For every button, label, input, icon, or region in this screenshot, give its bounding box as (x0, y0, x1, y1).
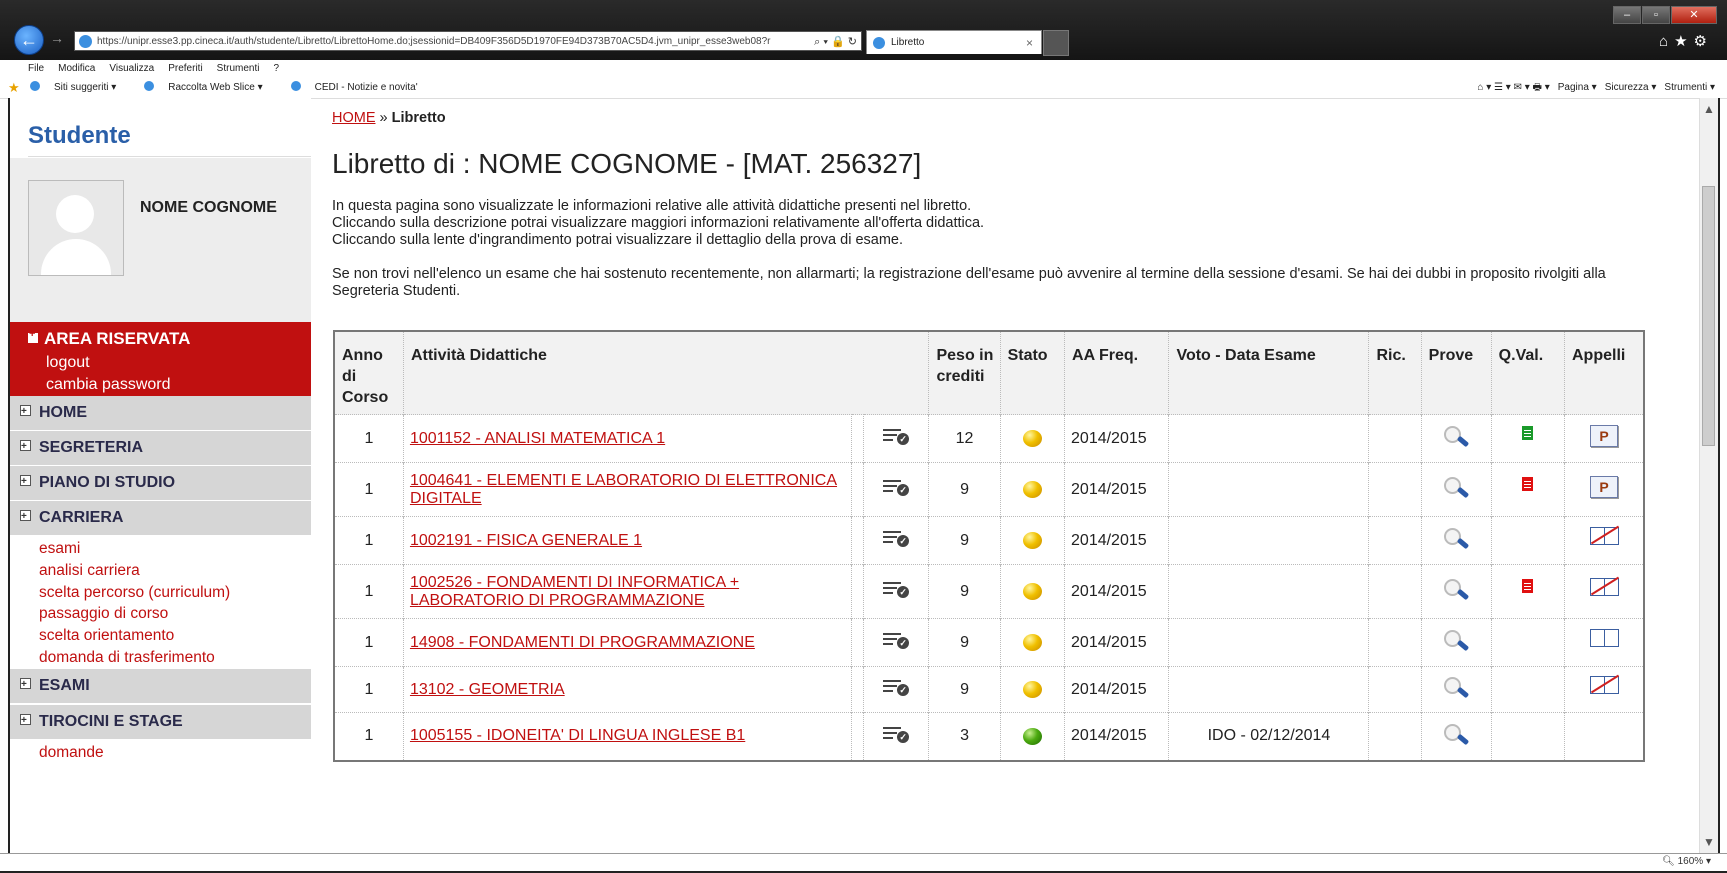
command-pagina[interactable]: Pagina ▾ (1558, 82, 1597, 93)
zoom-level[interactable]: 🔍︎ 160% ▾ (1662, 854, 1711, 869)
forward-arrow-icon[interactable]: → (50, 30, 64, 46)
favorites-bar: ★ Siti suggeriti ▾ Raccolta Web Slice ▾ CE… (0, 78, 1727, 99)
favorite-link[interactable]: CEDI - Notizie e novita' (290, 81, 432, 93)
menu-item-preferiti[interactable]: Preferiti (168, 63, 202, 74)
command-sicurezza[interactable]: Sicurezza ▾ (1605, 82, 1657, 93)
command-strumenti[interactable]: Strumenti ▾ (1664, 82, 1715, 93)
favorite-label: CEDI - Notizie e novita' (314, 82, 418, 93)
menu-item-help[interactable]: ? (273, 63, 279, 74)
minimize-button[interactable]: – (1613, 6, 1641, 24)
favorite-label: Raccolta Web Slice ▾ (168, 82, 263, 93)
page-frame (8, 98, 1720, 854)
menu-bar: File Modifica Visualizza Preferiti Strumenti… (0, 60, 1727, 79)
close-window-button[interactable]: ✕ (1671, 6, 1717, 24)
favorites-star-icon[interactable]: ★ (8, 78, 20, 98)
favorite-link[interactable]: Raccolta Web Slice ▾ (144, 81, 276, 93)
tab-libretto[interactable]: Libretto × (866, 30, 1042, 54)
menu-item-file[interactable]: File (28, 63, 44, 74)
new-tab-button[interactable] (1043, 30, 1069, 56)
tab-title: Libretto (891, 37, 925, 48)
zoom-icon: 🔍︎ (1662, 856, 1675, 867)
menu-item-strumenti[interactable]: Strumenti (217, 63, 260, 74)
close-tab-icon[interactable]: × (1026, 31, 1033, 55)
favorite-label: Siti suggeriti ▾ (54, 82, 117, 93)
browser-home-favorites-tools-icons[interactable]: ⌂★⚙ (1659, 32, 1713, 50)
maximize-button[interactable]: ▫ (1642, 6, 1670, 24)
ie-page-icon (79, 35, 92, 48)
browser-titlebar: ← → https://unipr.esse3.pp.cineca.it/aut… (0, 0, 1727, 60)
ie-page-icon (144, 81, 155, 91)
zoom-value: 160% (1677, 856, 1704, 867)
menu-item-modifica[interactable]: Modifica (58, 63, 95, 74)
address-tools[interactable]: ⌕ ▾ 🔒 ↻ (810, 32, 857, 50)
back-arrow-icon[interactable]: ← (14, 25, 44, 55)
address-bar[interactable]: https://unipr.esse3.pp.cineca.it/auth/st… (74, 31, 862, 51)
favorite-link[interactable]: Siti suggeriti ▾ (30, 81, 130, 93)
ie-page-icon (30, 81, 40, 91)
ie-tab-icon (873, 37, 885, 49)
command-bar-icons[interactable]: ⌂ ▾ ☰ ▾ ✉ ▾ 🖶 ▾ (1477, 82, 1549, 93)
ie-page-icon (290, 81, 301, 91)
address-url: https://unipr.esse3.pp.cineca.it/auth/st… (97, 36, 771, 47)
menu-item-visualizza[interactable]: Visualizza (109, 63, 154, 74)
status-bar: 🔍︎ 160% ▾ (0, 853, 1727, 873)
